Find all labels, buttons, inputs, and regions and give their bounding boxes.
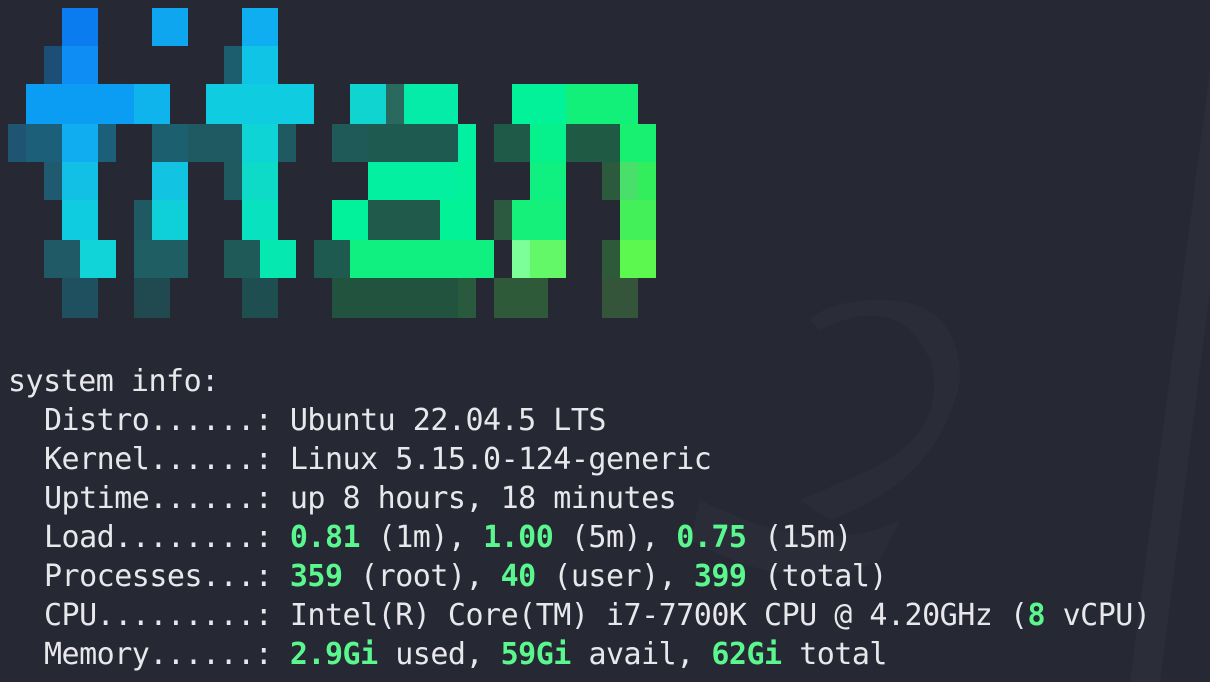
processes-user-unit: (user), — [553, 559, 677, 594]
processes-root-value: 359 — [289, 559, 343, 594]
cpu-model: Intel(R) Core(TM) i7-7700K CPU @ 4.20GHz… — [289, 598, 1028, 633]
processes-user-value: 40 — [500, 559, 537, 594]
distro-value: Ubuntu 22.04.5 LTS — [289, 403, 607, 438]
uptime-value: up 8 hours, 18 minutes — [289, 481, 677, 516]
memory-row: Memory......: 2.9Gi used, 59Gi avail, 62… — [8, 635, 1150, 674]
memory-total-unit: total — [799, 637, 887, 672]
system-info-block: system info: Distro......: Ubuntu 22.04.5… — [8, 362, 1151, 674]
load-1m-unit: (1m), — [377, 520, 466, 555]
memory-label: Memory......: — [44, 637, 273, 672]
system-info-heading: system info: — [8, 364, 219, 399]
uptime-label: Uptime......: — [44, 481, 273, 516]
processes-label: Processes...: — [44, 559, 273, 594]
memory-used-value: 2.9Gi — [289, 637, 378, 672]
banner-letter-t — [8, 8, 134, 318]
memory-avail-value: 59Gi — [500, 637, 572, 672]
processes-root-unit: (root), — [360, 559, 484, 594]
kernel-row: Kernel......: Linux 5.15.0-124-generic — [8, 440, 1150, 479]
hostname-ascii-banner — [8, 8, 656, 318]
load-5m-value: 1.00 — [483, 520, 554, 555]
cpu-vcpu-count: 8 — [1027, 598, 1046, 633]
cpu-vcpu-suffix: vCPU) — [1062, 598, 1151, 633]
terminal-window[interactable]: system info: Distro......: Ubuntu 22.04.5… — [0, 0, 1210, 682]
distro-row: Distro......: Ubuntu 22.04.5 LTS — [8, 401, 1150, 440]
banner-letter-i — [134, 8, 188, 318]
load-5m-unit: (5m), — [570, 520, 659, 555]
load-row: Load........: 0.81 (1m), 1.00 (5m), 0.75… — [8, 518, 1150, 557]
banner-letter-a — [314, 84, 494, 318]
cpu-label: CPU.........: — [44, 598, 273, 633]
processes-total-value: 399 — [693, 559, 747, 594]
load-label: Load........: — [44, 520, 273, 555]
memory-avail-unit: avail, — [588, 637, 694, 672]
processes-row: Processes...: 359 (root), 40 (user), 399… — [8, 557, 1150, 596]
uptime-row: Uptime......: up 8 hours, 18 minutes — [8, 479, 1150, 518]
memory-total-value: 62Gi — [711, 637, 782, 672]
kernel-value: Linux 5.15.0-124-generic — [289, 442, 712, 477]
banner-letter-t-2 — [188, 8, 314, 318]
banner-letter-n — [494, 84, 656, 318]
load-1m-value: 0.81 — [289, 520, 361, 555]
cpu-row: CPU.........: Intel(R) Core(TM) i7-7700K… — [8, 596, 1151, 635]
memory-used-unit: used, — [395, 637, 484, 672]
processes-total-unit: (total) — [764, 559, 887, 594]
load-15m-unit: (15m) — [764, 520, 852, 555]
distro-label: Distro......: — [44, 403, 273, 438]
load-15m-value: 0.75 — [676, 520, 747, 555]
kernel-label: Kernel......: — [44, 442, 273, 477]
